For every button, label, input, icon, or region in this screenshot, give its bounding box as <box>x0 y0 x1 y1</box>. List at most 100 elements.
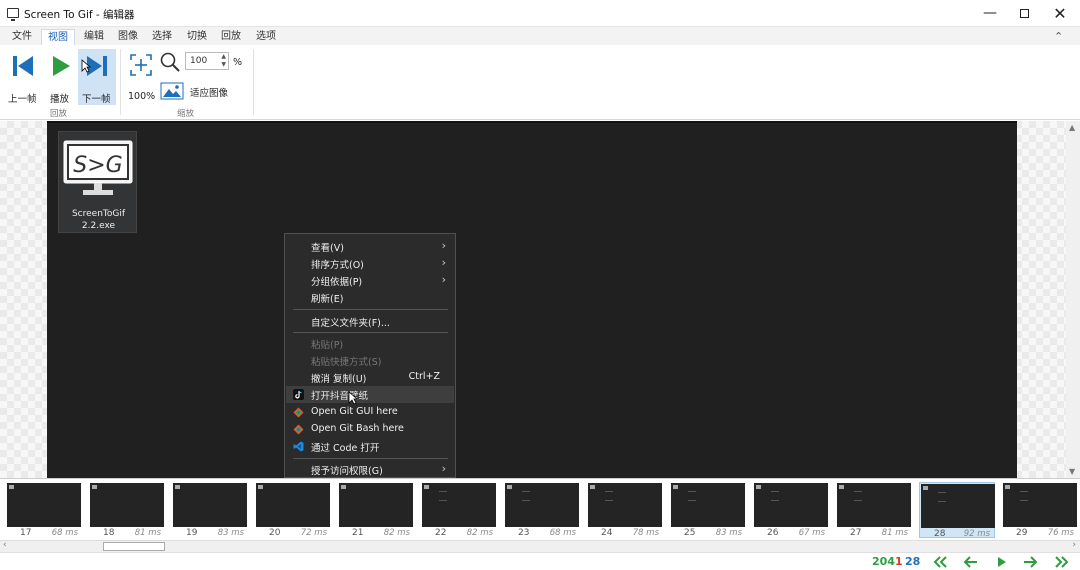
chevron-right-icon: › <box>441 239 446 252</box>
first-frame-icon[interactable] <box>932 555 950 569</box>
fit-image-label: 适应图像 <box>190 88 229 99</box>
close-button[interactable]: ✕ <box>1042 0 1078 26</box>
menu-item-group-by[interactable]: 分组依据(P) › <box>286 272 454 289</box>
tab-file[interactable]: 文件 <box>6 29 38 45</box>
menu-item-paste-shortcut: 粘贴快捷方式(S) <box>311 357 382 368</box>
menu-item-open-git-gui[interactable]: Open Git GUI here <box>286 404 454 421</box>
playback-group-label: 回放 <box>50 109 68 119</box>
shortcut-label: Ctrl+Z <box>408 371 440 382</box>
window-title: Screen To Gif - 编辑器 <box>24 9 135 21</box>
tab-edit[interactable]: 编辑 <box>78 29 110 45</box>
vscode-icon <box>293 441 304 452</box>
maximize-button[interactable] <box>1006 0 1042 26</box>
previous-arrow-icon[interactable] <box>963 555 979 569</box>
git-icon <box>293 424 304 435</box>
frame-thumbnail-selected[interactable]: 28 92 ms <box>919 482 995 539</box>
frame-strip: 17 68 ms 18 81 ms 19 83 ms 20 72 ms 21 8… <box>0 478 1080 540</box>
play-small-icon[interactable] <box>996 555 1008 569</box>
total-frames-count: 204 <box>872 555 895 568</box>
play-icon <box>53 56 70 76</box>
tiktok-icon <box>293 389 304 400</box>
minimize-button[interactable]: — <box>972 0 1008 26</box>
ribbon-separator <box>120 49 121 115</box>
menu-separator <box>293 332 448 333</box>
tab-options[interactable]: 选项 <box>250 29 282 45</box>
menu-separator <box>293 309 448 310</box>
zoom-value: 100 <box>190 56 208 66</box>
zoom-100-button[interactable]: 100% <box>126 49 156 105</box>
current-frame-number: 28 <box>905 555 921 568</box>
tab-playback[interactable]: 回放 <box>215 29 247 45</box>
logo-text: S>G <box>73 153 122 178</box>
previous-frame-button[interactable]: 上一帧 <box>6 49 40 105</box>
frame-thumbnail[interactable]: 20 72 ms <box>255 482 331 538</box>
selected-frames-count: 1 <box>895 555 903 568</box>
next-arrow-icon[interactable] <box>1022 555 1038 569</box>
magnifier-icon <box>160 52 180 72</box>
menu-item-refresh[interactable]: 刷新(E) <box>286 289 454 306</box>
zoom-stepper[interactable]: 100 ▲ ▼ <box>185 52 229 70</box>
frame-thumbnail[interactable]: 19 83 ms <box>172 482 248 538</box>
editor-canvas <box>0 121 1080 478</box>
tab-image[interactable]: 图像 <box>112 29 144 45</box>
menu-separator <box>293 458 448 459</box>
stepper-arrows-icon[interactable]: ▲ ▼ <box>221 53 226 69</box>
frame-thumbnail[interactable]: 24 78 ms <box>587 482 663 538</box>
scrollbar-thumb[interactable] <box>103 542 165 551</box>
current-frame-preview <box>47 121 1017 478</box>
frame-thumbnail[interactable]: 21 82 ms <box>338 482 414 538</box>
app-monitor-icon <box>7 8 19 21</box>
desktop-file-name: ScreenToGif 2.2.exe <box>59 208 138 232</box>
chevron-right-icon: › <box>441 462 446 475</box>
chevron-right-icon: › <box>441 273 446 286</box>
menu-item-sort-by[interactable]: 排序方式(O) › <box>286 255 454 272</box>
maximize-icon <box>1019 8 1029 18</box>
frame-thumbnail[interactable]: 25 83 ms <box>670 482 746 538</box>
menu-item-open-douyin-wallpaper[interactable]: 打开抖音壁纸 <box>286 386 454 405</box>
horizontal-scrollbar[interactable]: ‹ › <box>0 540 1080 552</box>
file-name-line2: 2.2.exe <box>81 221 116 231</box>
mouse-cursor-icon <box>81 59 91 73</box>
context-menu: 查看(V) › 排序方式(O) › 分组依据(P) › 刷新(E) 自定义文件夹… <box>284 233 456 478</box>
fit-arrows-icon <box>130 54 152 76</box>
frame-thumbnail[interactable]: 18 81 ms <box>89 482 165 538</box>
skip-back-icon <box>13 56 33 76</box>
play-button[interactable]: 播放 <box>44 49 76 105</box>
menu-item-view[interactable]: 查看(V) › <box>286 238 454 255</box>
scroll-up-icon[interactable]: ▲ <box>1069 123 1075 132</box>
scroll-down-icon[interactable]: ▼ <box>1069 467 1075 476</box>
git-icon <box>293 407 304 418</box>
menu-item-customize-folder[interactable]: 自定义文件夹(F)... <box>286 313 454 330</box>
frame-thumbnail[interactable]: 23 68 ms <box>504 482 580 538</box>
vertical-scrollbar[interactable]: ▲ ▼ <box>1066 121 1080 478</box>
frame-thumbnail[interactable]: 27 81 ms <box>836 482 912 538</box>
scroll-left-icon[interactable]: ‹ <box>3 540 7 550</box>
next-frame-button[interactable]: 下一帧 <box>78 49 116 105</box>
ribbon-tab-bar: 文件 视图 编辑 图像 选择 切换 回放 选项 <box>0 27 1080 45</box>
last-frame-icon[interactable] <box>1052 555 1070 569</box>
zoom-100-label: 100% <box>128 91 156 102</box>
fit-image-button[interactable]: 适应图像 <box>160 81 232 101</box>
tab-select[interactable]: 选择 <box>146 29 178 45</box>
zoom-group-label: 缩放 <box>177 109 195 119</box>
menu-item-open-with-code[interactable]: 通过 Code 打开 <box>286 438 454 455</box>
scroll-right-icon[interactable]: › <box>1072 540 1076 550</box>
ribbon-separator <box>253 49 254 115</box>
image-landscape-icon <box>160 82 184 100</box>
menu-item-grant-access[interactable]: 授予访问权限(G) › <box>286 461 454 478</box>
file-name-line1: ScreenToGif <box>71 209 126 219</box>
tab-view[interactable]: 视图 <box>41 29 75 45</box>
previous-frame-label: 上一帧 <box>8 94 37 105</box>
frame-thumbnail[interactable]: 22 82 ms <box>421 482 497 538</box>
mouse-cursor-icon <box>348 391 358 405</box>
title-bar: Screen To Gif - 编辑器 — ✕ <box>0 0 1080 27</box>
frame-thumbnail[interactable]: 29 76 ms <box>1002 482 1078 538</box>
tab-transitions[interactable]: 切换 <box>181 29 213 45</box>
frame-thumbnail[interactable]: 26 67 ms <box>753 482 829 538</box>
ribbon-panel: 上一帧 播放 下一帧 回放 100% 100 ▲ ▼ % 适应图像 缩放 <box>0 45 1080 120</box>
collapse-ribbon-chevron-icon[interactable]: ⌃ <box>1054 30 1063 43</box>
menu-item-undo-copy[interactable]: 撤消 复制(U) Ctrl+Z <box>286 369 454 386</box>
zoom-unit: % <box>233 57 243 68</box>
menu-item-open-git-bash[interactable]: Open Git Bash here <box>286 421 454 438</box>
frame-thumbnail[interactable]: 17 68 ms <box>6 482 82 538</box>
